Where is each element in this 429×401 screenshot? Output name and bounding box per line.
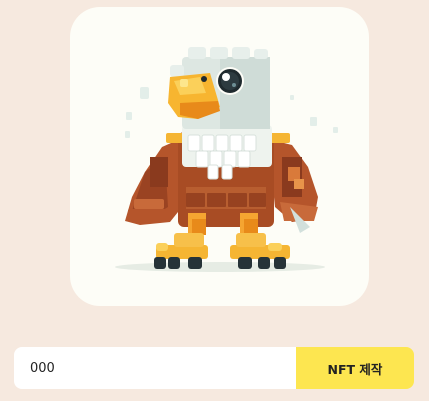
nft-name-input[interactable]	[14, 347, 296, 389]
create-nft-button[interactable]: NFT 제작	[296, 347, 414, 389]
mint-form: NFT 제작	[14, 347, 414, 389]
nft-preview-card	[70, 7, 369, 306]
eagle-artwork	[115, 47, 338, 272]
